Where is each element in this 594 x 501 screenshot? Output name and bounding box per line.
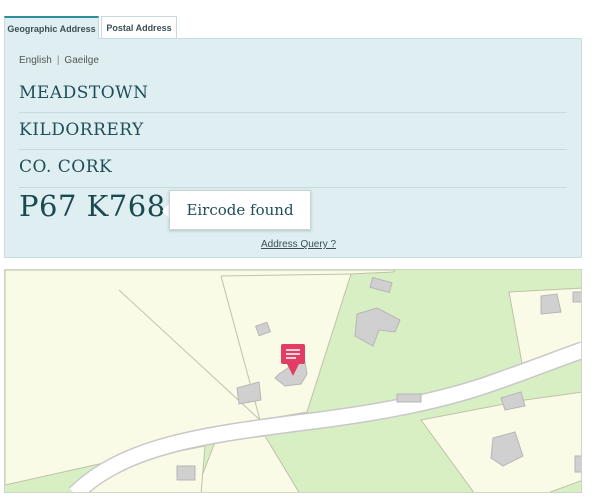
language-irish-link[interactable]: Gaeilge xyxy=(64,55,98,66)
tab-geographic-address[interactable]: Geographic Address xyxy=(4,16,99,39)
language-switcher: English | Gaeilge xyxy=(19,55,99,66)
map-canvas xyxy=(5,270,581,492)
address-line-2: KILDORRERY xyxy=(19,120,144,140)
address-line-3: CO. CORK xyxy=(19,157,113,177)
language-english-link[interactable]: English xyxy=(19,55,52,66)
address-line-1: MEADSTOWN xyxy=(19,83,149,103)
tab-postal-address[interactable]: Postal Address xyxy=(101,16,177,38)
eircode-value: P67 K768 xyxy=(19,189,166,223)
address-query-link[interactable]: Address Query ? xyxy=(261,239,336,250)
language-separator: | xyxy=(56,55,60,66)
address-panel: English | Gaeilge MEADSTOWN KILDORRERY CO.… xyxy=(4,38,582,258)
eircode-status-tooltip: Eircode found xyxy=(169,190,311,230)
divider xyxy=(19,112,567,113)
divider xyxy=(19,149,567,150)
divider xyxy=(19,187,567,188)
map-view[interactable] xyxy=(4,269,582,493)
